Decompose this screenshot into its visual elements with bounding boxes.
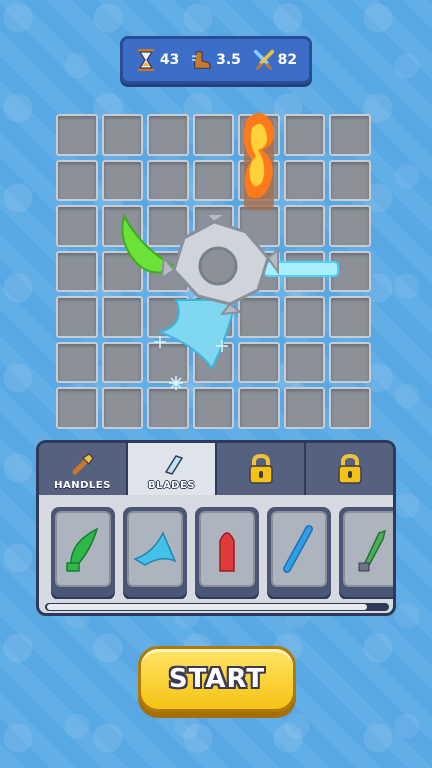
grid-cell[interactable] xyxy=(238,114,280,156)
grid-cell[interactable] xyxy=(283,341,325,383)
grid-cell[interactable] xyxy=(283,159,325,201)
grid-cell[interactable] xyxy=(238,341,280,383)
grid-cell[interactable] xyxy=(329,159,371,201)
grid-cell[interactable] xyxy=(56,296,98,338)
grid-cell[interactable] xyxy=(238,250,280,292)
grid-cell[interactable] xyxy=(192,205,234,247)
item-red-bullet-blade[interactable] xyxy=(195,507,259,597)
damage-stat: 82 xyxy=(253,48,297,72)
grid-cell[interactable] xyxy=(56,114,98,156)
start-button-label: START xyxy=(168,664,266,694)
grid-cell[interactable] xyxy=(147,159,189,201)
green-leaf-blade-icon xyxy=(66,527,99,572)
parts-tabs: HANDLES BLADES xyxy=(39,443,393,495)
grid-cell[interactable] xyxy=(329,341,371,383)
grid-cell[interactable] xyxy=(192,387,234,429)
handle-icon xyxy=(72,453,94,475)
grid-cell[interactable] xyxy=(101,250,143,292)
item-green-dagger-blade[interactable] xyxy=(339,507,393,597)
lock-icon xyxy=(337,453,362,484)
grid-cell[interactable] xyxy=(56,159,98,201)
lock-icon xyxy=(248,453,273,484)
grid-cell[interactable] xyxy=(147,341,189,383)
grid-cell[interactable] xyxy=(238,159,280,201)
item-ice-wing-blade[interactable] xyxy=(123,507,187,597)
grid-cell[interactable] xyxy=(147,114,189,156)
grid-cell[interactable] xyxy=(147,205,189,247)
green-dagger-blade-icon xyxy=(358,529,387,572)
grid-cell[interactable] xyxy=(329,114,371,156)
damage-value: 82 xyxy=(277,52,298,68)
item-green-leaf-blade[interactable] xyxy=(51,507,115,597)
speed-stat: 3.5 xyxy=(191,48,241,72)
grid-cell[interactable] xyxy=(147,296,189,338)
grid-cell[interactable] xyxy=(329,250,371,292)
blue-stick-blade-icon xyxy=(283,525,313,573)
grid-cell[interactable] xyxy=(147,387,189,429)
start-button[interactable]: START xyxy=(138,646,296,712)
grid-cell[interactable] xyxy=(56,250,98,292)
grid-cell[interactable] xyxy=(56,341,98,383)
grid-cell[interactable] xyxy=(101,341,143,383)
blade-list[interactable] xyxy=(51,507,393,599)
blade-icon xyxy=(164,455,183,475)
item-blue-stick-blade[interactable] xyxy=(267,507,331,597)
grid-cell[interactable] xyxy=(192,159,234,201)
grid-cell[interactable] xyxy=(101,114,143,156)
parts-panel: HANDLES BLADES xyxy=(36,440,396,616)
tab-handles-label: HANDLES xyxy=(54,480,111,491)
grid-cell[interactable] xyxy=(56,387,98,429)
grid-cell[interactable] xyxy=(238,296,280,338)
time-value: 43 xyxy=(159,52,180,68)
grid-cell[interactable] xyxy=(283,250,325,292)
stats-bar: 43 3.5 82 xyxy=(120,36,312,84)
build-grid[interactable] xyxy=(56,114,376,430)
tab-locked-3[interactable] xyxy=(217,443,306,495)
grid-cell[interactable] xyxy=(329,296,371,338)
grid-cell[interactable] xyxy=(329,387,371,429)
tab-blades-label: BLADES xyxy=(147,480,196,491)
tab-handles[interactable]: HANDLES xyxy=(39,443,128,495)
tab-blades[interactable]: BLADES xyxy=(128,443,217,495)
red-bullet-blade-icon xyxy=(219,532,235,572)
grid-cell[interactable] xyxy=(101,205,143,247)
blade-list-scrollbar[interactable] xyxy=(45,603,389,611)
grid-cell[interactable] xyxy=(238,387,280,429)
grid-cell[interactable] xyxy=(101,387,143,429)
grid-cell[interactable] xyxy=(192,114,234,156)
grid-cell[interactable] xyxy=(283,296,325,338)
scrollbar-thumb[interactable] xyxy=(47,604,367,610)
grid-cell[interactable] xyxy=(147,250,189,292)
tab-locked-4[interactable] xyxy=(306,443,393,495)
speed-value: 3.5 xyxy=(216,52,241,68)
grid-cell[interactable] xyxy=(192,250,234,292)
grid-cell[interactable] xyxy=(56,205,98,247)
grid-cell[interactable] xyxy=(101,159,143,201)
grid-cell[interactable] xyxy=(283,114,325,156)
crossed-swords-icon xyxy=(253,49,274,70)
ice-wing-blade-icon xyxy=(133,531,177,566)
time-stat: 43 xyxy=(135,48,179,72)
grid-cell[interactable] xyxy=(192,341,234,383)
boot-icon xyxy=(191,51,211,69)
grid-cell[interactable] xyxy=(101,296,143,338)
grid-cell[interactable] xyxy=(192,296,234,338)
grid-cell[interactable] xyxy=(283,205,325,247)
hourglass-icon xyxy=(137,49,154,71)
grid-cell[interactable] xyxy=(283,387,325,429)
grid-cell[interactable] xyxy=(329,205,371,247)
grid-cell[interactable] xyxy=(238,205,280,247)
